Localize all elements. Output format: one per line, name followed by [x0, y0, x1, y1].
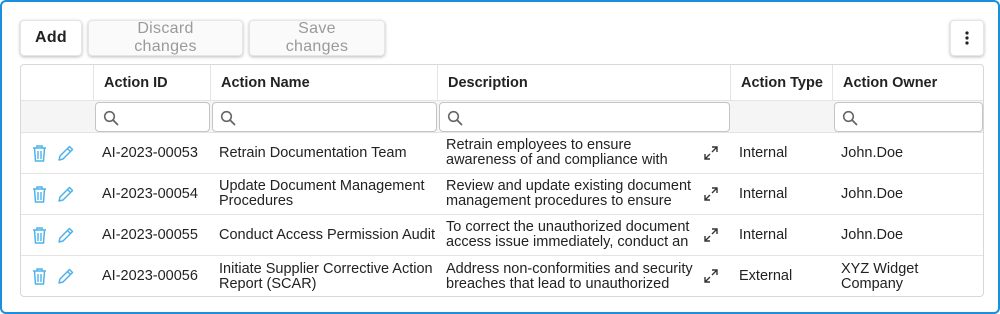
search-icon — [220, 110, 236, 126]
pencil-icon[interactable] — [56, 267, 75, 286]
action-id-cell: AI-2023-00056 — [102, 268, 198, 284]
action-id-filter-input[interactable] — [95, 102, 210, 132]
action-name-cell: Conduct Access Permission Audit — [219, 226, 435, 243]
discard-changes-button[interactable]: Discard changes — [88, 20, 243, 56]
trash-icon[interactable] — [31, 226, 48, 245]
action-type-cell: Internal — [739, 144, 788, 161]
description-text: Retrain employees to ensure awareness of… — [446, 138, 668, 168]
action-name-cell: Retrain Documentation Team — [219, 144, 407, 161]
action-owner-cell: John.Doe — [841, 144, 904, 161]
actions-grid: Action ID Action Name Description Action… — [20, 64, 984, 297]
description-filter-input[interactable] — [439, 102, 730, 132]
action-id-cell: AI-2023-00053 — [102, 144, 198, 161]
description-cell: To correct the unauthorized document acc… — [438, 215, 731, 255]
description-cell: Review and update existing document mana… — [438, 174, 731, 214]
header-action-owner[interactable]: Action Owner — [833, 65, 983, 100]
save-changes-button[interactable]: Save changes — [249, 20, 385, 56]
action-id-cell: AI-2023-00055 — [102, 226, 198, 243]
expand-icon[interactable] — [703, 268, 719, 284]
table-row[interactable]: AI-2023-00054 Update Document Management… — [21, 174, 983, 215]
action-name-cell: Update Document Management Procedures — [219, 178, 425, 209]
table-row[interactable]: AI-2023-00053 Retrain Documentation Team… — [21, 133, 983, 174]
app-frame: Add Discard changes Save changes Action … — [0, 0, 1000, 314]
trash-icon[interactable] — [31, 144, 48, 163]
header-action-id[interactable]: Action ID — [94, 65, 211, 100]
header-description[interactable]: Description — [438, 65, 731, 100]
filter-row — [21, 101, 983, 133]
header-action-type[interactable]: Action Type — [731, 65, 833, 100]
trash-icon[interactable] — [31, 185, 48, 204]
header-row: Action ID Action Name Description Action… — [21, 65, 983, 101]
more-options-button[interactable] — [950, 20, 984, 56]
action-owner-cell: John.Doe — [841, 226, 904, 243]
action-owner-filter-input[interactable] — [834, 102, 983, 132]
description-cell: Retrain employees to ensure awareness of… — [438, 133, 731, 173]
header-actions-cell — [21, 65, 94, 100]
row-actions — [21, 174, 94, 214]
expand-icon[interactable] — [703, 227, 719, 243]
pencil-icon[interactable] — [56, 226, 75, 245]
table-row[interactable]: AI-2023-00055 Conduct Access Permission … — [21, 215, 983, 256]
expand-icon[interactable] — [703, 145, 719, 161]
description-text: Review and update existing document mana… — [446, 179, 692, 209]
search-icon — [447, 110, 463, 126]
action-owner-cell: John.Doe — [841, 185, 904, 202]
trash-icon[interactable] — [31, 267, 48, 286]
search-icon — [103, 110, 119, 126]
header-action-name[interactable]: Action Name — [211, 65, 438, 100]
description-text: To correct the unauthorized document acc… — [446, 220, 690, 250]
pencil-icon[interactable] — [56, 185, 75, 204]
pencil-icon[interactable] — [56, 144, 75, 163]
toolbar: Add Discard changes Save changes — [20, 20, 385, 56]
action-owner-cell: XYZ Widget Company — [841, 260, 919, 292]
row-actions — [21, 256, 94, 296]
action-type-cell: External — [739, 268, 793, 284]
action-type-cell: Internal — [739, 185, 788, 202]
action-name-cell: Initiate Supplier Corrective Action Repo… — [219, 260, 433, 292]
action-id-cell: AI-2023-00054 — [102, 185, 198, 202]
action-name-filter-input[interactable] — [212, 102, 437, 132]
add-button[interactable]: Add — [20, 20, 82, 56]
description-text: Address non-conformities and security br… — [446, 261, 693, 292]
description-cell: Address non-conformities and security br… — [438, 256, 731, 296]
table-row[interactable]: AI-2023-00056 Initiate Supplier Correcti… — [21, 256, 983, 296]
row-actions — [21, 133, 94, 173]
row-actions — [21, 215, 94, 255]
action-type-cell: Internal — [739, 226, 788, 243]
more-vertical-icon — [965, 31, 969, 45]
expand-icon[interactable] — [703, 186, 719, 202]
search-icon — [842, 110, 858, 126]
